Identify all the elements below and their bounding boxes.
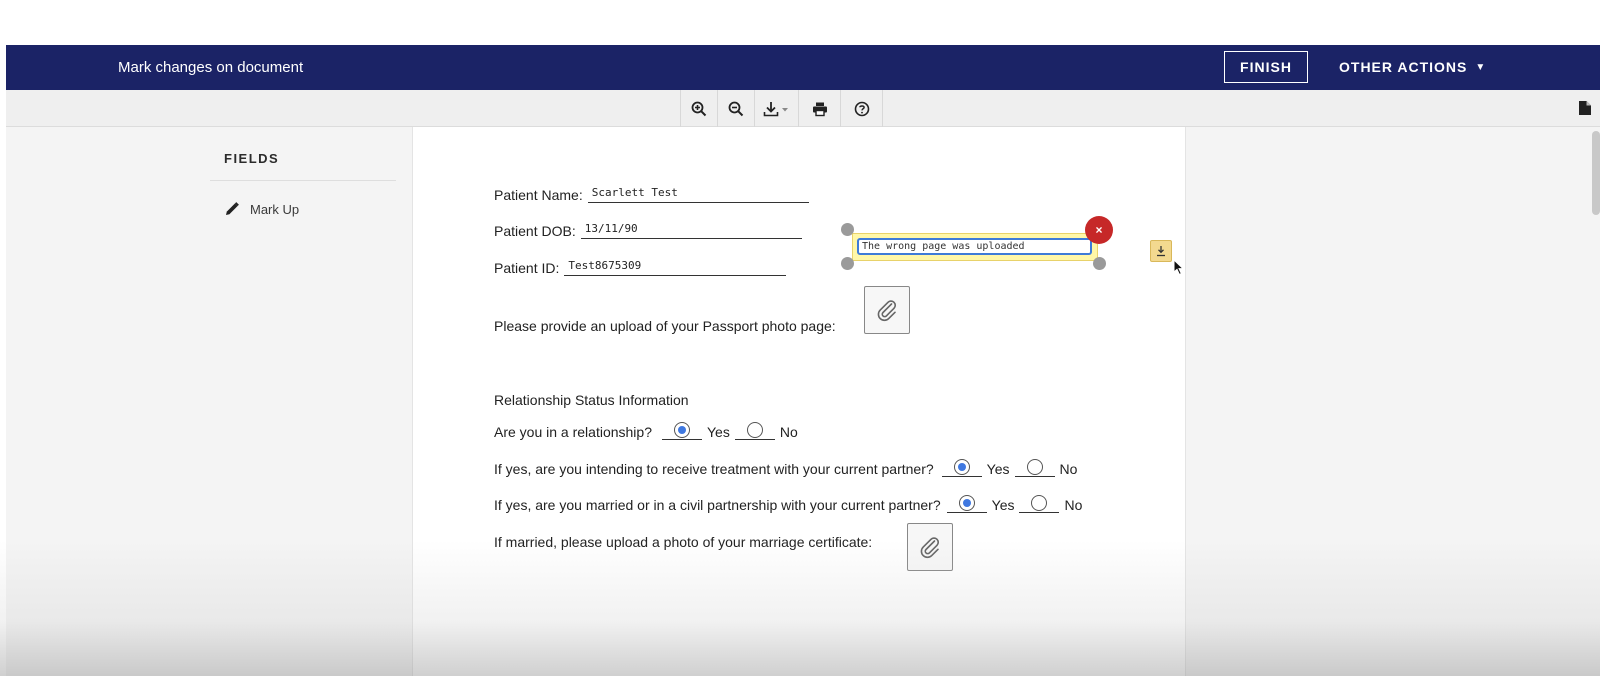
relationship-heading: Relationship Status Information bbox=[494, 392, 689, 408]
app-window: Mark changes on document FINISH OTHER AC… bbox=[6, 45, 1600, 676]
other-actions-menu[interactable]: OTHER ACTIONS ▼ bbox=[1339, 59, 1486, 75]
marriage-upload-prompt: If married, please upload a photo of you… bbox=[494, 534, 873, 550]
radio-line bbox=[734, 421, 775, 440]
patient-id-label: Patient ID: bbox=[494, 260, 560, 276]
annotation-text-input[interactable]: The wrong page was uploaded bbox=[857, 238, 1092, 255]
zoom-in-icon bbox=[691, 101, 707, 116]
paperclip-icon bbox=[877, 300, 897, 322]
radio-line bbox=[662, 421, 702, 440]
toolbar-group bbox=[680, 90, 883, 127]
sidebar-item-mark-up[interactable]: Mark Up bbox=[224, 201, 299, 217]
download-icon bbox=[763, 101, 788, 116]
radio-no[interactable] bbox=[1026, 458, 1043, 475]
radio-line bbox=[946, 494, 987, 513]
paperclip-icon bbox=[920, 537, 940, 559]
radio-no[interactable] bbox=[1031, 494, 1048, 511]
radio-line bbox=[941, 458, 982, 477]
other-actions-label: OTHER ACTIONS bbox=[1339, 59, 1468, 75]
radio-no-label: No bbox=[1064, 497, 1083, 513]
delete-annotation-button[interactable]: × bbox=[1085, 216, 1113, 244]
close-icon: × bbox=[1095, 223, 1103, 237]
radio-yes[interactable] bbox=[674, 421, 690, 438]
patient-id-field[interactable]: Test8675309 bbox=[564, 259, 787, 276]
markup-annotation[interactable]: The wrong page was uploaded bbox=[852, 233, 1098, 261]
vertical-scrollbar[interactable] bbox=[1592, 131, 1600, 215]
finish-button[interactable]: FINISH bbox=[1224, 51, 1308, 83]
fields-sidebar: FIELDS Mark Up bbox=[6, 127, 412, 676]
patient-dob-field[interactable]: 13/11/90 bbox=[580, 222, 802, 239]
patient-id-row: Patient ID: Test8675309 bbox=[494, 259, 787, 276]
download-button[interactable] bbox=[755, 90, 799, 127]
help-button[interactable] bbox=[841, 90, 883, 127]
resize-handle-bottom-left[interactable] bbox=[841, 257, 854, 270]
patient-dob-row: Patient DOB: 13/11/90 bbox=[494, 222, 802, 239]
document-panel-button[interactable] bbox=[1578, 100, 1592, 121]
pencil-icon bbox=[226, 202, 239, 215]
marriage-upload-button[interactable] bbox=[907, 523, 953, 571]
patient-name-label: Patient Name: bbox=[494, 187, 583, 203]
patient-name-row: Patient Name: Scarlett Test bbox=[494, 186, 809, 203]
patient-name-field[interactable]: Scarlett Test bbox=[587, 186, 809, 203]
zoom-out-button[interactable] bbox=[718, 90, 755, 127]
radio-yes[interactable] bbox=[953, 458, 970, 475]
radio-yes-label: Yes bbox=[986, 461, 1010, 477]
question-row: Are you in a relationship? Yes No bbox=[494, 421, 798, 440]
radio-no-label: No bbox=[1059, 461, 1078, 477]
marriage-upload-row: If married, please upload a photo of you… bbox=[494, 534, 872, 550]
radio-line bbox=[1014, 458, 1055, 477]
document-toolbar bbox=[6, 90, 1600, 127]
passport-upload-row: Please provide an upload of your Passpor… bbox=[494, 318, 836, 334]
radio-yes-label: Yes bbox=[707, 424, 730, 440]
radio-yes-label: Yes bbox=[991, 497, 1015, 513]
top-bar: Mark changes on document FINISH OTHER AC… bbox=[6, 45, 1600, 90]
passport-upload-prompt: Please provide an upload of your Passpor… bbox=[494, 318, 836, 334]
resize-handle-top-left[interactable] bbox=[841, 223, 854, 236]
document-icon bbox=[1579, 101, 1591, 115]
zoom-in-button[interactable] bbox=[681, 90, 718, 127]
mouse-cursor-icon bbox=[1173, 258, 1185, 281]
divider bbox=[210, 180, 396, 181]
radio-line bbox=[1019, 494, 1060, 513]
radio-no-label: No bbox=[779, 424, 798, 440]
question-row: If yes, are you intending to receive tre… bbox=[494, 458, 1078, 477]
sidebar-item-label: Mark Up bbox=[250, 201, 300, 217]
passport-upload-button[interactable] bbox=[864, 286, 910, 334]
resize-handle-bottom-right[interactable] bbox=[1093, 257, 1106, 270]
page-title: Mark changes on document bbox=[118, 59, 304, 76]
download-note-icon bbox=[1157, 246, 1165, 257]
caret-down-icon: ▼ bbox=[1475, 61, 1487, 73]
fields-heading: FIELDS bbox=[224, 151, 280, 166]
help-icon bbox=[854, 101, 869, 116]
annotation-note-button[interactable] bbox=[1150, 240, 1172, 262]
question-text: If yes, are you married or in a civil pa… bbox=[494, 497, 941, 513]
question-row: If yes, are you married or in a civil pa… bbox=[494, 494, 1083, 513]
print-button[interactable] bbox=[799, 90, 841, 127]
question-text: If yes, are you intending to receive tre… bbox=[494, 461, 934, 477]
patient-dob-label: Patient DOB: bbox=[494, 223, 576, 239]
radio-yes[interactable] bbox=[958, 494, 975, 511]
radio-no[interactable] bbox=[746, 421, 763, 438]
zoom-out-icon bbox=[728, 101, 744, 116]
print-icon bbox=[812, 102, 827, 116]
question-text: Are you in a relationship? bbox=[494, 424, 652, 440]
